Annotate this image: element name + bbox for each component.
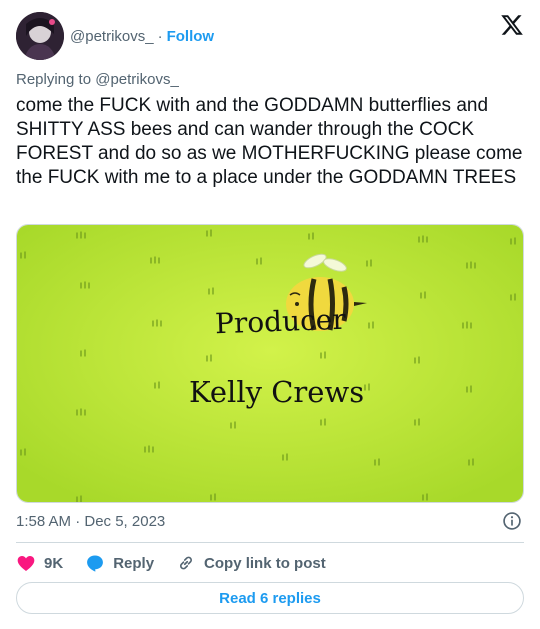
divider (16, 542, 524, 543)
heart-icon (17, 556, 35, 571)
tweet-media-image[interactable]: Producer Kelly Crews (16, 224, 524, 503)
media-credit-producer: Producer (214, 302, 347, 341)
separator-dot: · (157, 27, 163, 45)
action-bar: 9K Reply Copy link to post (16, 550, 348, 576)
x-logo-icon[interactable] (500, 13, 524, 37)
media-artwork (17, 225, 523, 502)
reply-bubble-icon (87, 555, 104, 572)
reply-button[interactable]: Reply (85, 553, 154, 573)
reply-label: Reply (113, 554, 155, 572)
link-icon (180, 556, 193, 570)
read-replies-button[interactable]: Read 6 replies (16, 582, 524, 614)
like-button[interactable]: 9K (16, 553, 63, 573)
tweet-header: @petrikovs_ · Follow (16, 11, 214, 61)
tweet-text: come the FUCK with and the GODDAMN butte… (16, 95, 523, 188)
tweet-timestamp[interactable]: 1:58 AM · Dec 5, 2023 (16, 513, 165, 530)
info-icon[interactable] (502, 511, 522, 531)
author-handle-row: @petrikovs_ · Follow (70, 28, 214, 45)
follow-button[interactable]: Follow (167, 28, 215, 45)
tweet-embed-card: @petrikovs_ · Follow Replying to @petrik… (0, 0, 540, 629)
author-handle[interactable]: @petrikovs_ (70, 28, 154, 45)
like-count: 9K (44, 554, 64, 572)
copy-link-button[interactable]: Copy link to post (176, 553, 326, 573)
replying-to[interactable]: Replying to @petrikovs_ (16, 71, 179, 88)
copy-link-label: Copy link to post (204, 554, 326, 572)
avatar[interactable] (16, 12, 64, 60)
media-credit-name: Kelly Crews (189, 375, 365, 409)
